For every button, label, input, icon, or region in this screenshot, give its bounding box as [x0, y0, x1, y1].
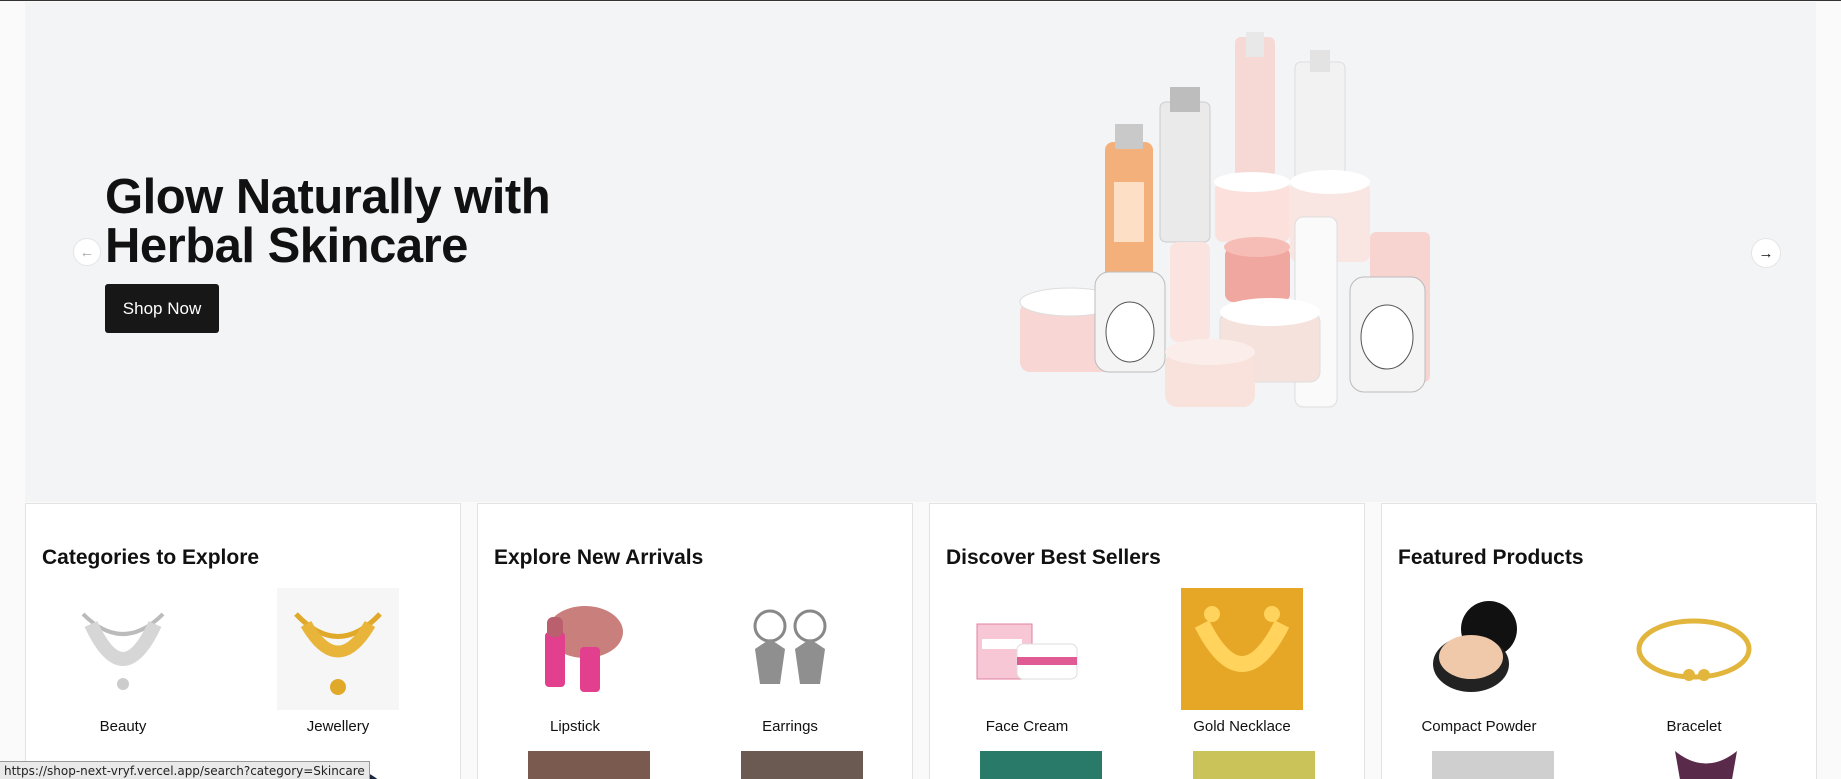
- featured-item-compact-powder[interactable]: Compact Powder: [1399, 588, 1559, 735]
- new-arrival-row2-item[interactable]: [741, 751, 863, 779]
- shop-now-button[interactable]: Shop Now: [105, 284, 219, 333]
- card-title: Explore New Arrivals: [494, 546, 704, 569]
- item-label: Jewellery: [306, 718, 370, 735]
- bracelet-image: [1633, 588, 1755, 710]
- arrow-right-icon: →: [1758, 244, 1774, 262]
- best-seller-item-gold-necklace[interactable]: Gold Necklace: [1162, 588, 1322, 735]
- best-sellers-card: Discover Best Sellers Face Cream Gold Ne…: [929, 503, 1365, 779]
- hero-title-line-1: Glow Naturally with: [105, 170, 551, 224]
- best-seller-item-face-cream[interactable]: Face Cream: [947, 588, 1107, 735]
- hero-title-line-2: Herbal Skincare: [105, 219, 468, 273]
- best-seller-row2-item[interactable]: [1193, 751, 1315, 779]
- face-cream-image: [966, 588, 1088, 710]
- card-title: Discover Best Sellers: [946, 546, 1161, 569]
- item-label: Gold Necklace: [1193, 718, 1291, 735]
- new-arrival-row2-item[interactable]: [528, 751, 650, 779]
- card-title: Categories to Explore: [42, 546, 260, 569]
- item-label: Beauty: [99, 718, 147, 735]
- featured-row2-item[interactable]: [1645, 751, 1767, 779]
- best-seller-row2-item[interactable]: [980, 751, 1102, 779]
- featured-row2-item[interactable]: [1432, 751, 1554, 779]
- lipstick-image: [514, 588, 636, 710]
- item-label: Bracelet: [1666, 718, 1722, 735]
- new-arrival-item-earrings[interactable]: Earrings: [710, 588, 870, 735]
- skincare-products-image: [1019, 32, 1430, 408]
- gold-necklace-image: [277, 588, 399, 710]
- compact-powder-image: [1418, 588, 1540, 710]
- hero-title: Glow Naturally with Herbal Skincare: [105, 170, 551, 273]
- featured-item-bracelet[interactable]: Bracelet: [1614, 588, 1774, 735]
- item-label: Face Cream: [985, 718, 1069, 735]
- status-bar-url: https://shop-next-vryf.vercel.app/search…: [0, 761, 370, 779]
- hero-banner: Glow Naturally with Herbal Skincare Shop…: [25, 2, 1816, 502]
- gold-necklace-set-image: [1181, 588, 1303, 710]
- carousel-next-button[interactable]: →: [1751, 238, 1781, 268]
- new-arrival-item-lipstick[interactable]: Lipstick: [495, 588, 655, 735]
- new-arrivals-card: Explore New Arrivals Lipstick Earrings: [477, 503, 913, 779]
- categories-card: Categories to Explore Beauty Jewellery: [25, 503, 461, 779]
- card-title: Featured Products: [1398, 546, 1584, 569]
- item-label: Lipstick: [549, 718, 601, 735]
- category-item-beauty[interactable]: Beauty: [43, 588, 203, 735]
- item-label: Earrings: [762, 718, 818, 735]
- featured-products-card: Featured Products Compact Powder Bracele…: [1381, 503, 1817, 779]
- arrow-left-icon: ←: [79, 243, 95, 261]
- silver-necklace-image: [62, 588, 184, 710]
- earrings-image: [729, 588, 851, 710]
- category-item-jewellery[interactable]: Jewellery: [258, 588, 418, 735]
- item-label: Compact Powder: [1421, 718, 1537, 735]
- carousel-prev-button[interactable]: ←: [73, 238, 101, 266]
